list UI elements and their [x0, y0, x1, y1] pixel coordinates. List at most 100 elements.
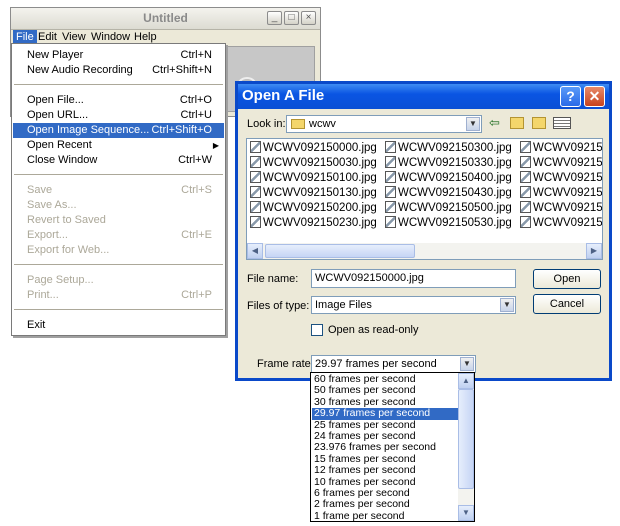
frame-rate-label: Frame rate: [257, 358, 314, 370]
horizontal-scrollbar[interactable]: ◀ ▶ [247, 243, 602, 259]
menu-item-new-player[interactable]: New Player Ctrl+N [13, 48, 224, 63]
image-file-icon [520, 216, 531, 228]
file-item[interactable]: WCWV092150130.jpg [250, 186, 377, 201]
menu-help[interactable]: Help [131, 30, 160, 44]
file-item[interactable]: WCWV09215C [520, 201, 602, 216]
files-of-type-label: Files of type: [247, 300, 310, 312]
look-in-combo[interactable]: wcwv ▼ [286, 115, 482, 133]
file-item[interactable]: WCWV092150030.jpg [250, 156, 377, 171]
menu-bar: File Edit View Window Help [11, 29, 320, 44]
scroll-left-icon[interactable]: ◀ [247, 243, 263, 259]
back-arrow-icon[interactable]: ⇦ [489, 116, 503, 130]
close-button[interactable]: × [301, 11, 316, 25]
file-list[interactable]: WCWV092150000.jpg WCWV092150030.jpg WCWV… [246, 138, 603, 260]
menu-item-open-url[interactable]: Open URL... Ctrl+U [13, 108, 224, 123]
image-file-icon [250, 141, 261, 153]
file-item[interactable]: WCWV09215C [520, 216, 602, 231]
help-button[interactable]: ? [560, 86, 581, 107]
minimize-button[interactable]: _ [267, 11, 282, 25]
image-file-icon [250, 201, 261, 213]
file-item[interactable]: WCWV092150100.jpg [250, 171, 377, 186]
image-file-icon [385, 171, 396, 183]
maximize-button[interactable]: □ [284, 11, 299, 25]
submenu-arrow-icon: ▶ [212, 141, 219, 150]
frame-rate-option-selected[interactable]: 29.97 frames per second [312, 407, 458, 420]
open-button[interactable]: Open [533, 269, 601, 289]
image-file-icon [520, 156, 531, 168]
menu-item-export: Export... Ctrl+E [27, 229, 212, 241]
dropdown-scrollbar[interactable]: ▲ ▼ [458, 373, 474, 521]
file-item[interactable]: WCWV092150400.jpg [385, 171, 512, 186]
image-file-icon [250, 171, 261, 183]
menu-item-save: Save Ctrl+S [27, 184, 212, 196]
menu-file[interactable]: File [13, 30, 37, 44]
menu-item-revert-to-saved: Revert to Saved [27, 214, 106, 226]
chevron-down-icon[interactable]: ▼ [500, 298, 514, 312]
file-item[interactable]: WCWV092150530.jpg [385, 216, 512, 231]
menu-window[interactable]: Window [88, 30, 133, 44]
menu-item-open-image-sequence[interactable]: Open Image Sequence... Ctrl+Shift+O [13, 123, 224, 138]
menu-separator [14, 264, 223, 265]
file-item[interactable]: WCWV092150330.jpg [385, 156, 512, 171]
scrollbar-thumb[interactable] [265, 244, 415, 258]
scroll-right-icon[interactable]: ▶ [586, 243, 602, 259]
read-only-label: Open as read-only [328, 324, 419, 336]
image-file-icon [520, 141, 531, 153]
image-file-icon [520, 201, 531, 213]
file-item[interactable]: WCWV09215C [520, 156, 602, 171]
menu-separator [14, 174, 223, 175]
read-only-checkbox[interactable] [311, 324, 323, 336]
menu-item-open-recent[interactable]: Open Recent ▶ [13, 138, 224, 153]
file-item[interactable]: WCWV092150000.jpg [250, 141, 377, 156]
frame-rate-value: 29.97 frames per second [315, 358, 437, 370]
view-menu-icon[interactable] [553, 117, 571, 129]
cancel-button[interactable]: Cancel [533, 294, 601, 314]
file-menu: New Player Ctrl+N New Audio Recording Ctrl… [11, 43, 226, 336]
file-item[interactable]: WCWV092150500.jpg [385, 201, 512, 216]
dialog-title-bar[interactable]: Open A File ? ✕ [238, 84, 609, 109]
scrollbar-thumb[interactable] [458, 389, 474, 489]
file-name-label: File name: [247, 273, 299, 285]
file-item[interactable]: WCWV092150430.jpg [385, 186, 512, 201]
image-file-icon [520, 171, 531, 183]
menu-separator [14, 309, 223, 310]
image-file-icon [250, 186, 261, 198]
file-name-input[interactable]: WCWV092150000.jpg [311, 269, 516, 288]
chevron-down-icon[interactable]: ▼ [466, 117, 480, 131]
menu-item-print: Print... Ctrl+P [27, 289, 212, 301]
frame-rate-dropdown-list: 60 frames per second 50 frames per secon… [310, 372, 475, 522]
files-of-type-value: Image Files [315, 299, 372, 311]
dialog-close-button[interactable]: ✕ [584, 86, 605, 107]
file-item[interactable]: WCWV09215C [520, 141, 602, 156]
menu-item-open-file[interactable]: Open File... Ctrl+O [13, 93, 224, 108]
image-file-icon [385, 216, 396, 228]
frame-rate-option[interactable]: 1 frame per second [312, 510, 458, 522]
menu-view[interactable]: View [59, 30, 89, 44]
image-file-icon [385, 141, 396, 153]
files-of-type-select[interactable]: Image Files ▼ [311, 296, 516, 314]
frame-rate-option[interactable]: 12 frames per second [312, 464, 458, 476]
file-name-value: WCWV092150000.jpg [315, 272, 424, 284]
menu-item-close-window[interactable]: Close Window Ctrl+W [13, 153, 224, 168]
look-in-value: wcwv [309, 118, 336, 130]
look-in-label: Look in: [247, 118, 286, 130]
dialog-title: Open A File [242, 87, 325, 104]
menu-item-exit[interactable]: Exit [13, 318, 224, 333]
file-item[interactable]: WCWV09215C [520, 171, 602, 186]
menu-item-save-as: Save As... [27, 199, 77, 211]
file-item[interactable]: WCWV092150230.jpg [250, 216, 377, 231]
menu-separator [14, 84, 223, 85]
file-item[interactable]: WCWV092150200.jpg [250, 201, 377, 216]
frame-rate-select[interactable]: 29.97 frames per second ▼ [311, 355, 476, 373]
menu-item-new-audio-recording[interactable]: New Audio Recording Ctrl+Shift+N [13, 63, 224, 78]
menu-item-page-setup: Page Setup... [27, 274, 94, 286]
file-item[interactable]: WCWV09215C [520, 186, 602, 201]
player-title-bar[interactable]: Untitled _ □ × [11, 8, 320, 30]
scroll-up-icon[interactable]: ▲ [458, 373, 474, 389]
file-item[interactable]: WCWV092150300.jpg [385, 141, 512, 156]
menu-edit[interactable]: Edit [35, 30, 60, 44]
chevron-down-icon[interactable]: ▼ [460, 357, 474, 371]
scroll-down-icon[interactable]: ▼ [458, 505, 474, 521]
new-folder-icon[interactable] [532, 117, 546, 129]
up-folder-icon[interactable] [510, 117, 524, 129]
